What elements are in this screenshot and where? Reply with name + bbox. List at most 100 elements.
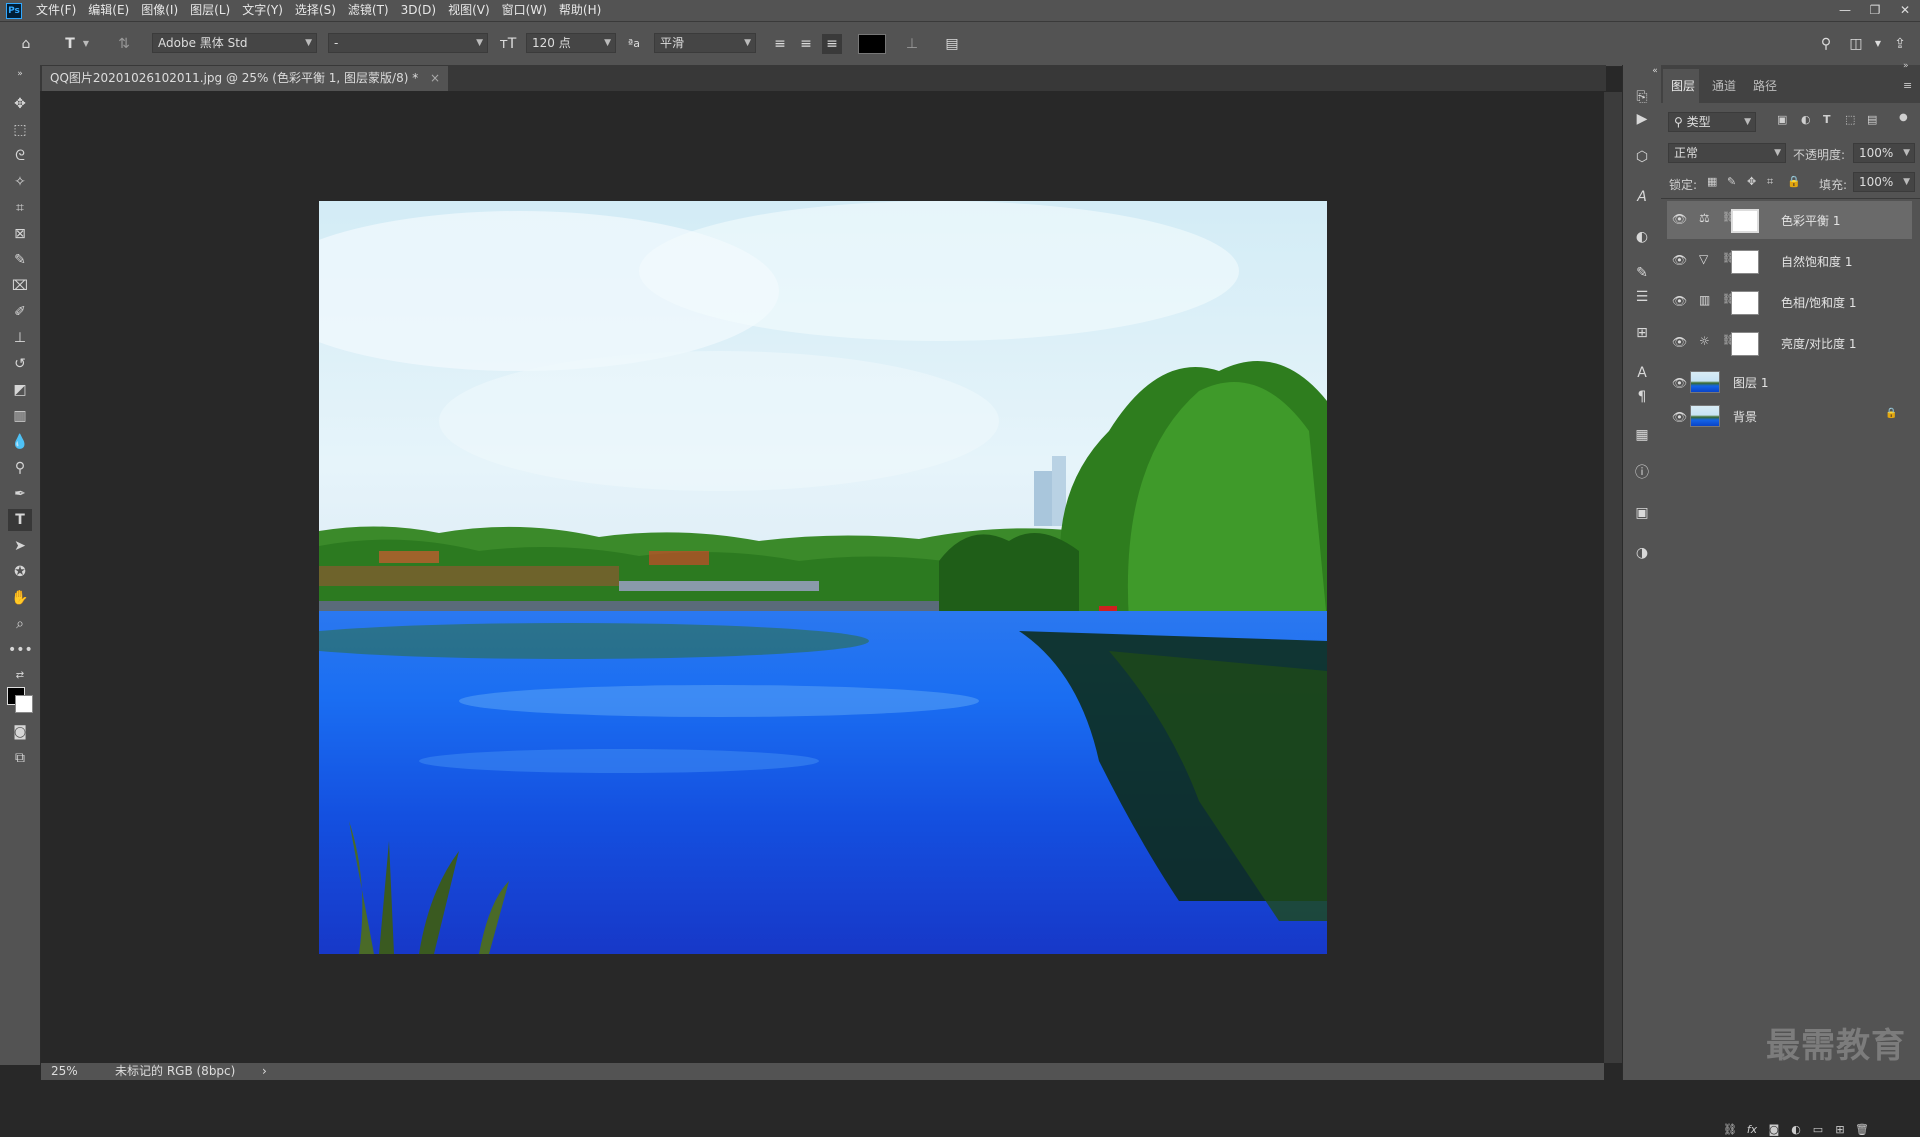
menu-view[interactable]: 视图(V) — [442, 0, 496, 21]
add-layer-style-icon[interactable]: fx — [1745, 1123, 1759, 1137]
vertical-scrollbar[interactable] — [1604, 92, 1622, 1063]
new-group-icon[interactable]: ▭ — [1811, 1123, 1825, 1137]
zoom-tool-icon[interactable]: ⌕ — [8, 613, 32, 635]
menu-help[interactable]: 帮助(H) — [553, 0, 607, 21]
new-layer-icon[interactable]: ⊞ — [1833, 1123, 1847, 1137]
layer-name[interactable]: 亮度/对比度 1 — [1781, 335, 1857, 352]
layer-name[interactable]: 自然饱和度 1 — [1781, 253, 1852, 270]
menu-filter[interactable]: 滤镜(T) — [342, 0, 395, 21]
layer-row-hue-saturation[interactable]: 👁 ▥ ⛓ 色相/饱和度 1 — [1667, 283, 1912, 321]
history-brush-tool-icon[interactable]: ↺ — [8, 353, 32, 375]
adjustments-icon[interactable]: ◐ — [1632, 227, 1652, 247]
visibility-eye-icon[interactable]: 👁 — [1672, 410, 1687, 424]
menu-edit[interactable]: 编辑(E) — [82, 0, 135, 21]
document-tab[interactable]: QQ图片20201026102011.jpg @ 25% (色彩平衡 1, 图层… — [42, 66, 449, 91]
lock-position-icon[interactable]: ✥ — [1747, 175, 1756, 188]
character-panel-icon[interactable]: ▤ — [942, 34, 962, 54]
layer-row-vibrance[interactable]: 👁 ▽ ⛓ 自然饱和度 1 — [1667, 242, 1912, 280]
align-right-icon[interactable]: ≡ — [822, 34, 842, 54]
gradient-tool-icon[interactable]: ▥ — [8, 405, 32, 427]
eraser-tool-icon[interactable]: ◩ — [8, 379, 32, 401]
warp-text-icon[interactable]: ⊥ — [902, 34, 922, 54]
menu-window[interactable]: 窗口(W) — [496, 0, 553, 21]
character-icon[interactable]: A — [1632, 363, 1652, 383]
close-tab-icon[interactable]: × — [430, 71, 440, 85]
background-color-swatch[interactable] — [15, 695, 33, 713]
blend-mode-select[interactable]: 正常 ▼ — [1668, 143, 1786, 163]
visibility-eye-icon[interactable]: 👁 — [1672, 212, 1687, 226]
chevron-down-icon[interactable]: ▼ — [76, 34, 96, 54]
home-icon[interactable]: ⌂ — [16, 34, 36, 54]
glyphs-icon[interactable]: A — [1632, 187, 1652, 207]
dodge-tool-icon[interactable]: ⚲ — [8, 457, 32, 479]
marquee-tool-icon[interactable]: ⬚ — [8, 119, 32, 141]
lock-artboard-icon[interactable]: ⌗ — [1767, 175, 1773, 189]
layer-mask-thumbnail[interactable] — [1731, 209, 1759, 233]
collapse-toolbar-icon[interactable]: » — [8, 63, 32, 85]
clone-source-icon[interactable]: ⊞ — [1632, 323, 1652, 343]
brush-tool-icon[interactable]: ✐ — [8, 301, 32, 323]
filter-toggle-icon[interactable]: ● — [1899, 112, 1908, 123]
link-layers-icon[interactable]: ⛓ — [1723, 1123, 1737, 1137]
anti-alias-select[interactable]: 平滑 ▼ — [654, 33, 756, 53]
fill-input[interactable]: 100% ▼ — [1853, 172, 1915, 192]
layer-name[interactable]: 图层 1 — [1733, 374, 1768, 391]
actions-play-icon[interactable]: ▶ — [1632, 109, 1652, 129]
more-tools-icon[interactable]: ••• — [8, 639, 33, 661]
visibility-eye-icon[interactable]: 👁 — [1672, 294, 1687, 308]
filter-smart-object-icon[interactable]: ▤ — [1867, 113, 1877, 126]
eyedropper-tool-icon[interactable]: ✎ — [8, 249, 32, 271]
layer-row-brightness-contrast[interactable]: 👁 ☼ ⛓ 亮度/对比度 1 — [1667, 324, 1912, 362]
menu-file[interactable]: 文件(F) — [30, 0, 82, 21]
font-style-select[interactable]: - ▼ — [328, 33, 488, 53]
quick-mask-icon[interactable]: ◙ — [8, 721, 32, 743]
filter-pixel-icon[interactable]: ▣ — [1777, 113, 1787, 126]
paragraph-icon[interactable]: ¶ — [1632, 387, 1652, 407]
delete-layer-icon[interactable]: 🗑 — [1855, 1123, 1869, 1137]
swap-colors-icon[interactable]: ⇄ — [8, 665, 32, 687]
layer-name[interactable]: 背景 — [1733, 408, 1757, 425]
3d-cube-icon[interactable]: ⬡ — [1632, 147, 1652, 167]
layer-row-layer-1[interactable]: 👁 图层 1 — [1667, 365, 1912, 399]
filter-adjustment-icon[interactable]: ◐ — [1801, 113, 1811, 126]
text-orientation-icon[interactable]: ⇅ — [114, 34, 134, 54]
new-adjustment-layer-icon[interactable]: ◐ — [1789, 1123, 1803, 1137]
minimize-button[interactable]: — — [1830, 0, 1860, 21]
tab-channels[interactable]: 通道 — [1712, 77, 1736, 94]
move-tool-icon[interactable]: ✥ — [8, 93, 32, 115]
layer-name[interactable]: 色彩平衡 1 — [1781, 212, 1840, 229]
add-mask-icon[interactable]: ◙ — [1767, 1123, 1781, 1137]
measurement-log-icon[interactable]: ▦ — [1632, 425, 1652, 445]
zoom-level[interactable]: 25% — [51, 1063, 78, 1080]
path-selection-tool-icon[interactable]: ➤ — [8, 535, 32, 557]
layer-mask-thumbnail[interactable] — [1731, 291, 1759, 315]
collapse-panel-icon[interactable]: » — [1903, 61, 1909, 71]
opacity-input[interactable]: 100% ▼ — [1853, 143, 1915, 163]
clone-stamp-tool-icon[interactable]: ⊥ — [8, 327, 32, 349]
menu-type[interactable]: 文字(Y) — [236, 0, 289, 21]
status-menu-arrow-icon[interactable]: › — [262, 1063, 267, 1080]
layer-filter-select[interactable]: ⚲ 类型 ▼ — [1668, 112, 1756, 132]
info-icon[interactable]: ⓘ — [1632, 463, 1652, 483]
lock-image-icon[interactable]: ✎ — [1727, 175, 1736, 188]
align-center-icon[interactable]: ≡ — [796, 34, 816, 54]
menu-image[interactable]: 图像(I) — [135, 0, 184, 21]
menu-select[interactable]: 选择(S) — [289, 0, 342, 21]
layer-name[interactable]: 色相/饱和度 1 — [1781, 294, 1857, 311]
workspace-icon[interactable]: ◫ — [1846, 34, 1866, 54]
close-button[interactable]: ✕ — [1890, 0, 1920, 21]
visibility-eye-icon[interactable]: 👁 — [1672, 376, 1687, 390]
history-icon[interactable]: ⎘ — [1632, 87, 1652, 107]
lock-all-icon[interactable]: 🔒 — [1787, 175, 1801, 188]
layer-mask-thumbnail[interactable] — [1731, 332, 1759, 356]
color-picker-icon[interactable]: ◑ — [1632, 543, 1652, 563]
layer-row-background[interactable]: 👁 背景 🔒 — [1667, 399, 1912, 433]
font-family-select[interactable]: Adobe 黑体 Std ▼ — [152, 33, 317, 53]
panel-menu-icon[interactable]: ≡ — [1903, 79, 1912, 92]
lock-transparent-icon[interactable]: ▦ — [1707, 175, 1717, 188]
search-icon[interactable]: ⚲ — [1816, 34, 1836, 54]
screen-mode-icon[interactable]: ⧉ — [8, 747, 32, 769]
text-color-swatch[interactable] — [858, 34, 886, 54]
pen-tool-icon[interactable]: ✒ — [8, 483, 32, 505]
filter-shape-icon[interactable]: ⬚ — [1845, 113, 1855, 126]
